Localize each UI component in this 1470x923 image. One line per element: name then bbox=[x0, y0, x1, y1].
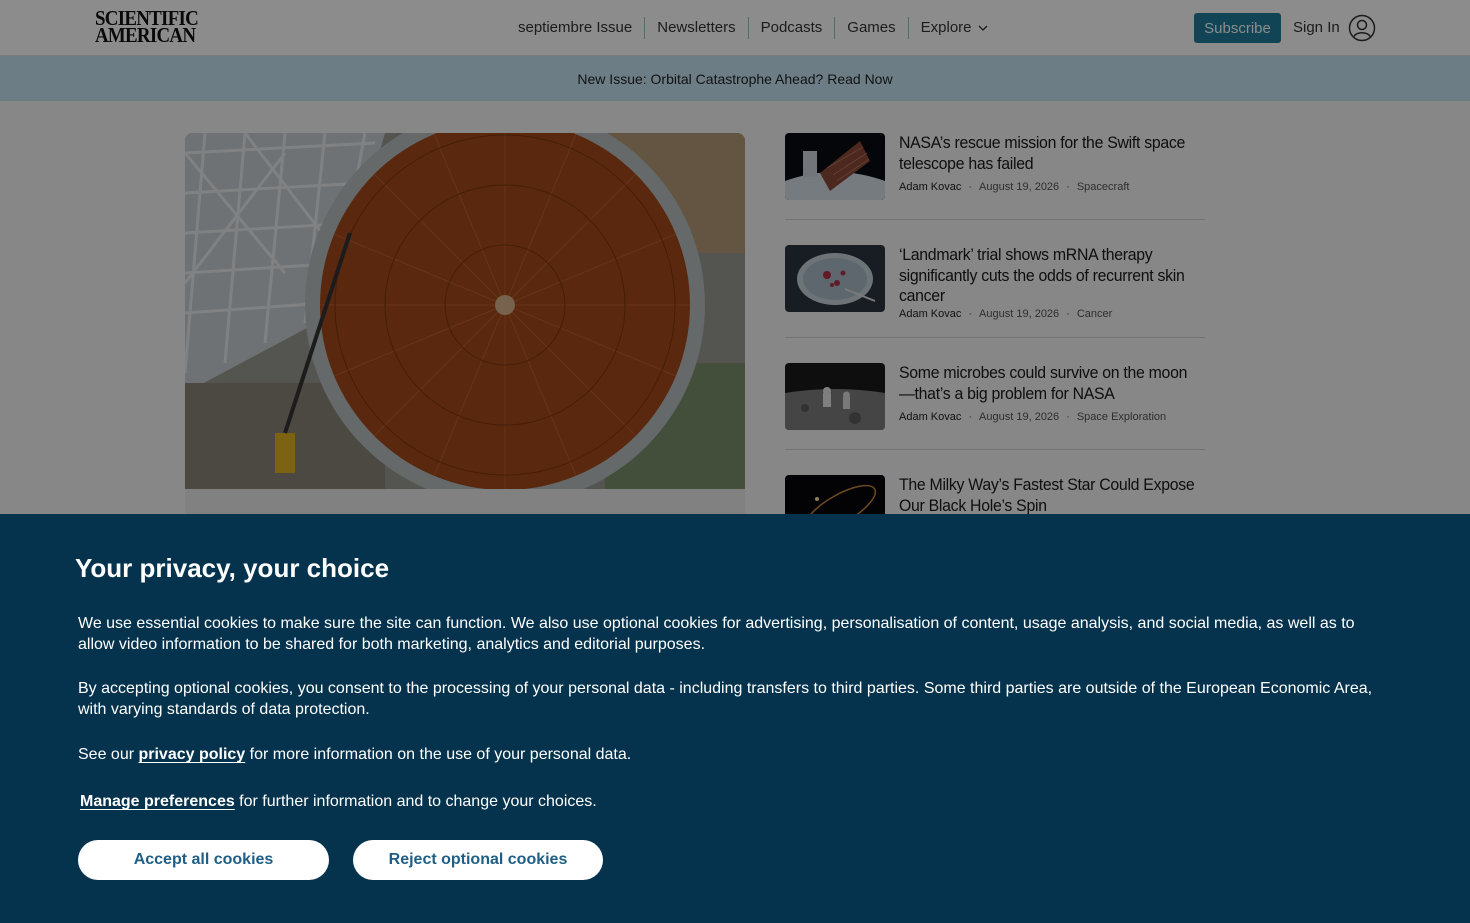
manage-preferences-link[interactable]: Manage preferences bbox=[80, 793, 235, 810]
cookie-p3-prefix: See our bbox=[78, 746, 139, 763]
cookie-paragraph-2: By accepting optional cookies, you conse… bbox=[78, 680, 1373, 718]
cookie-paragraph-4: Manage preferences for further informati… bbox=[80, 791, 1390, 812]
cookie-title: Your privacy, your choice bbox=[75, 553, 390, 583]
accept-all-cookies-button[interactable]: Accept all cookies bbox=[78, 840, 329, 880]
cookie-p4-suffix: for further information and to change yo… bbox=[234, 793, 597, 810]
cookie-p3-suffix: for more information on the use of your … bbox=[245, 746, 632, 763]
cookie-paragraph-3: See our privacy policy for more informat… bbox=[78, 744, 1388, 765]
cookie-paragraph-1: We use essential cookies to make sure th… bbox=[78, 615, 1355, 653]
privacy-policy-link[interactable]: privacy policy bbox=[138, 746, 245, 763]
cookie-consent-dialog: Your privacy, your choice We use essenti… bbox=[0, 514, 1470, 923]
reject-optional-cookies-button[interactable]: Reject optional cookies bbox=[353, 840, 603, 880]
